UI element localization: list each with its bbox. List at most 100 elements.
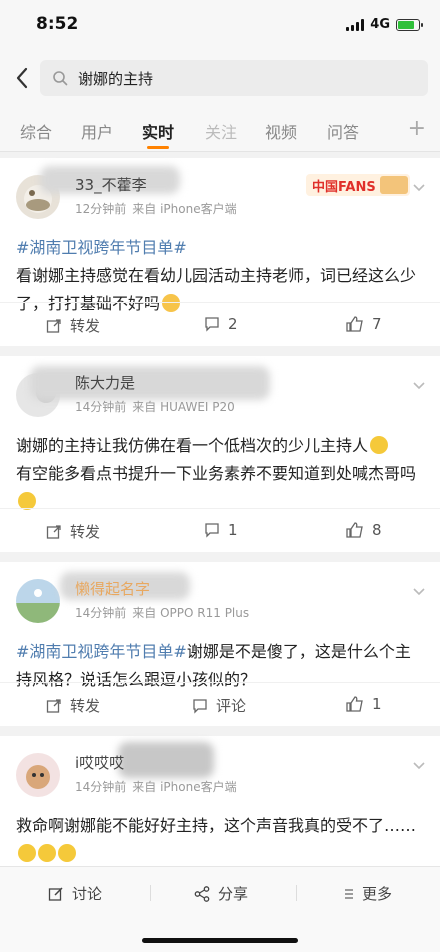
repost-icon	[46, 698, 61, 713]
comment-icon	[205, 317, 219, 332]
post-actions: 转发 2 7	[0, 302, 440, 346]
post-time: 14分钟前	[75, 400, 127, 414]
thumbs-up-icon	[346, 696, 363, 712]
divider	[296, 885, 297, 901]
repost-label: 转发	[70, 697, 101, 715]
post-source: 来自 iPhone客户端	[132, 202, 237, 216]
tab-video[interactable]: 视频	[265, 119, 297, 143]
post-meta: 14分钟前 来自 OPPO R11 Plus	[75, 604, 249, 621]
post-card[interactable]: i哎哎哎 14分钟前 来自 iPhone客户端 救命啊谢娜能不能好好主持，这个声音…	[0, 736, 440, 866]
tab-following[interactable]: 关注	[205, 119, 237, 143]
tab-comprehensive[interactable]: 综合	[20, 119, 52, 143]
post-source: 来自 OPPO R11 Plus	[132, 606, 250, 620]
share-icon	[194, 885, 210, 902]
search-icon	[53, 71, 68, 86]
like-count: 8	[372, 521, 382, 539]
post-actions: 转发 评论 1	[0, 682, 440, 726]
divider	[150, 885, 151, 901]
user-name[interactable]: 陈大力是	[75, 372, 135, 393]
avatar[interactable]	[16, 753, 60, 797]
repost-icon	[46, 318, 61, 333]
repost-button[interactable]: 转发	[46, 695, 100, 716]
search-header: 谢娜的主持	[0, 50, 440, 106]
post-source: 来自 iPhone客户端	[132, 780, 237, 794]
network-type: 4G	[370, 17, 390, 32]
tab-users[interactable]: 用户	[81, 119, 113, 143]
thumbs-up-icon	[346, 316, 363, 332]
smile-emoji-icon	[370, 436, 389, 454]
search-input[interactable]: 谢娜的主持	[40, 60, 428, 96]
status-time: 8:52	[36, 14, 79, 34]
like-button[interactable]: 8	[346, 521, 382, 539]
post-time: 14分钟前	[75, 606, 127, 620]
post-time: 14分钟前	[75, 780, 127, 794]
blur-mask	[118, 742, 214, 778]
post-time: 12分钟前	[75, 202, 127, 216]
repost-button[interactable]: 转发	[46, 315, 100, 336]
repost-button[interactable]: 转发	[46, 521, 100, 542]
post-actions: 转发 1 8	[0, 508, 440, 552]
share-label: 分享	[218, 885, 249, 903]
like-button[interactable]: 7	[346, 315, 382, 333]
chevron-down-icon[interactable]	[412, 376, 426, 395]
comment-icon	[193, 698, 207, 714]
comment-count: 1	[228, 521, 238, 539]
like-count: 1	[372, 695, 382, 713]
user-name[interactable]: i哎哎哎	[75, 752, 124, 773]
signal-icon	[346, 18, 365, 31]
chevron-down-icon[interactable]	[412, 582, 426, 601]
comment-button[interactable]: 2	[204, 315, 238, 333]
discuss-label: 讨论	[72, 885, 103, 903]
share-button[interactable]: 分享	[194, 883, 248, 904]
edit-icon	[48, 886, 63, 901]
add-tab-icon[interactable]: +	[408, 116, 426, 141]
cry-emoji-icon	[58, 844, 76, 862]
post-card[interactable]: 33_不藿李 12分钟前 来自 iPhone客户端 中国FANS #湖南卫视跨年节…	[0, 158, 440, 346]
repost-icon	[46, 524, 61, 539]
post-meta: 14分钟前 来自 HUAWEI P20	[75, 398, 235, 415]
post-meta: 12分钟前 来自 iPhone客户端	[75, 200, 237, 217]
chevron-down-icon[interactable]	[412, 756, 426, 775]
like-button[interactable]: 1	[346, 695, 382, 713]
comment-button[interactable]: 1	[204, 521, 238, 539]
home-indicator	[142, 938, 298, 943]
chevron-down-icon[interactable]	[412, 178, 426, 197]
post-text: 救命啊谢娜能不能好好主持，这个声音我真的受不了……	[16, 816, 417, 835]
comment-label: 评论	[216, 697, 247, 715]
user-name[interactable]: 懒得起名字	[75, 578, 150, 599]
tab-realtime[interactable]: 实时	[142, 119, 174, 143]
user-name[interactable]: 33_不藿李	[75, 174, 147, 195]
thumbs-up-icon	[346, 522, 363, 538]
topic-tag[interactable]: #湖南卫视跨年节目单#	[16, 238, 187, 257]
blur-mask	[30, 366, 270, 400]
comment-button[interactable]: 评论	[192, 695, 246, 716]
fans-badge-text: 中国FANS	[312, 179, 376, 195]
like-count: 7	[372, 315, 382, 333]
discuss-button[interactable]: 讨论	[48, 883, 102, 904]
comment-count: 2	[228, 315, 238, 333]
battery-icon	[396, 18, 423, 31]
tab-qa[interactable]: 问答	[327, 119, 359, 143]
post-source: 来自 HUAWEI P20	[132, 400, 235, 414]
topic-tag[interactable]: #湖南卫视跨年节目单#	[16, 642, 187, 661]
more-label: 更多	[362, 885, 393, 903]
status-indicators: 4G	[346, 17, 423, 32]
post-content: 救命啊谢娜能不能好好主持，这个声音我真的受不了……	[0, 806, 440, 868]
comment-icon	[205, 523, 219, 538]
repost-label: 转发	[70, 523, 101, 541]
back-arrow-icon[interactable]	[10, 62, 34, 94]
post-card[interactable]: 懒得起名字 14分钟前 来自 OPPO R11 Plus #湖南卫视跨年节目单#谢…	[0, 562, 440, 726]
more-icon	[345, 888, 353, 899]
cry-emoji-icon	[38, 844, 56, 862]
post-content: 谢娜的主持让我仿佛在看一个低档次的少儿主持人有空能多看点书提升一下业务素养不要知…	[0, 426, 440, 516]
more-button[interactable]: 更多	[344, 883, 392, 904]
avatar[interactable]	[16, 579, 60, 623]
china-fans-badge: 中国FANS	[306, 170, 410, 200]
post-meta: 14分钟前 来自 iPhone客户端	[75, 778, 237, 795]
repost-label: 转发	[70, 317, 101, 335]
post-card[interactable]: 陈大力是 14分钟前 来自 HUAWEI P20 谢娜的主持让我仿佛在看一个低档次…	[0, 356, 440, 552]
post-text: 有空能多看点书提升一下业务素养不要知道到处喊杰哥吗	[16, 464, 417, 483]
search-query: 谢娜的主持	[78, 69, 154, 88]
post-text: 谢娜的主持让我仿佛在看一个低档次的少儿主持人	[16, 436, 369, 455]
search-tabs: 综合 用户 实时 关注 视频 问答 +	[0, 106, 440, 152]
